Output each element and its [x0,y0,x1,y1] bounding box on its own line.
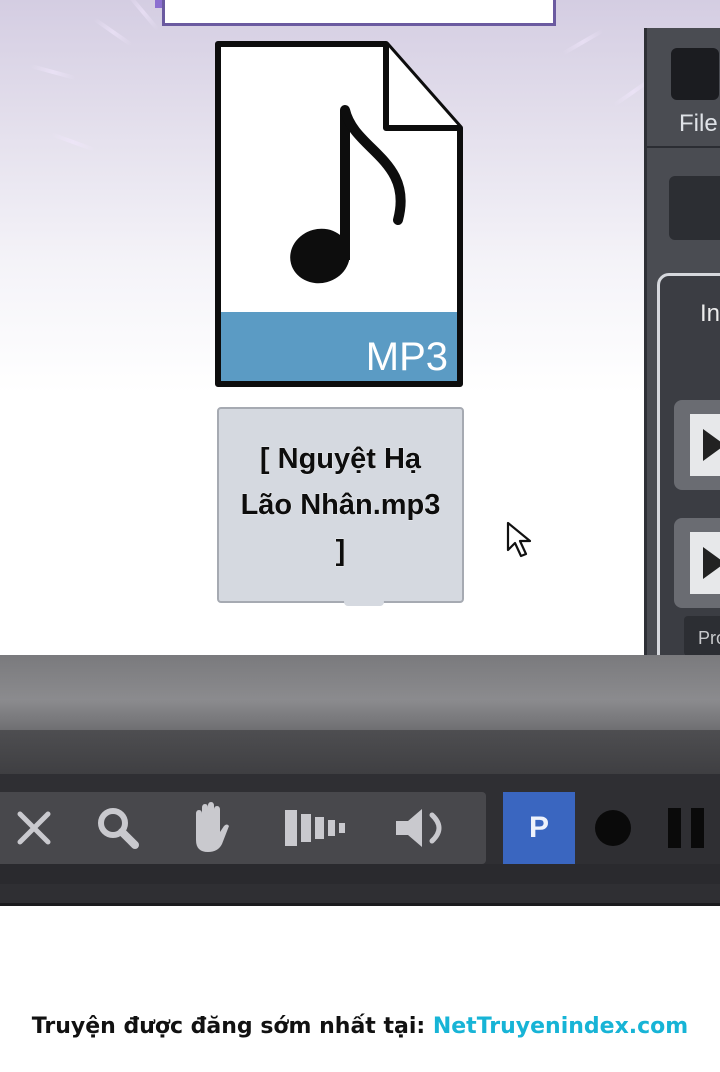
desktop-scene: MP3 [ Nguyệt Hạ Lão Nhân.mp3 ] File In P… [0,0,720,655]
pause-button[interactable] [660,792,720,864]
record-button[interactable] [592,792,634,864]
pro-button[interactable]: Pro [684,616,720,655]
label-tail [344,598,384,606]
footer-link[interactable]: NetTruyenindex.com [433,1014,688,1039]
play-button[interactable] [674,518,720,608]
record-icon [595,810,631,846]
play-icon [690,414,720,476]
play-button[interactable] [674,400,720,490]
tool-group [0,792,486,864]
sparkle [50,132,96,152]
footer-text: Truyện được đăng sớm nhất tại: [31,1014,433,1039]
side-app-window: File In Pro [644,28,720,655]
sparkle [30,64,76,80]
search-icon[interactable] [92,792,144,864]
app-logo-icon [671,48,719,100]
side-input-field[interactable] [669,176,720,240]
toolbar-lower-strip [0,864,720,884]
mouse-cursor-icon [506,521,532,558]
sparkle [93,17,133,47]
site-footer: Truyện được đăng sớm nhất tại: NetTruyen… [0,1014,720,1054]
volume-bars-icon[interactable] [278,792,354,864]
hand-icon[interactable] [182,792,238,864]
pause-icon [691,808,704,848]
format-label: MP3 [366,335,448,379]
play-icon [690,532,720,594]
pause-icon [668,808,681,848]
top-dialog-edge [162,0,556,26]
speaker-icon[interactable] [390,792,456,864]
taskbar-dark-band [0,730,720,774]
sparkle [562,28,604,56]
media-toolbar: P [0,774,720,906]
file-name-text: [ Nguyệt Hạ Lão Nhân.mp3 ] [240,443,441,568]
file-name-label[interactable]: [ Nguyệt Hạ Lão Nhân.mp3 ] [217,407,464,603]
p-button[interactable]: P [503,792,575,864]
menu-file[interactable]: File [679,110,718,138]
taskbar-top-band [0,655,720,730]
menu-divider [647,146,720,148]
panel-title: In [700,300,720,327]
side-panel: In Pro [657,273,720,655]
close-icon[interactable] [8,792,60,864]
mp3-file-icon[interactable]: MP3 [214,40,466,390]
